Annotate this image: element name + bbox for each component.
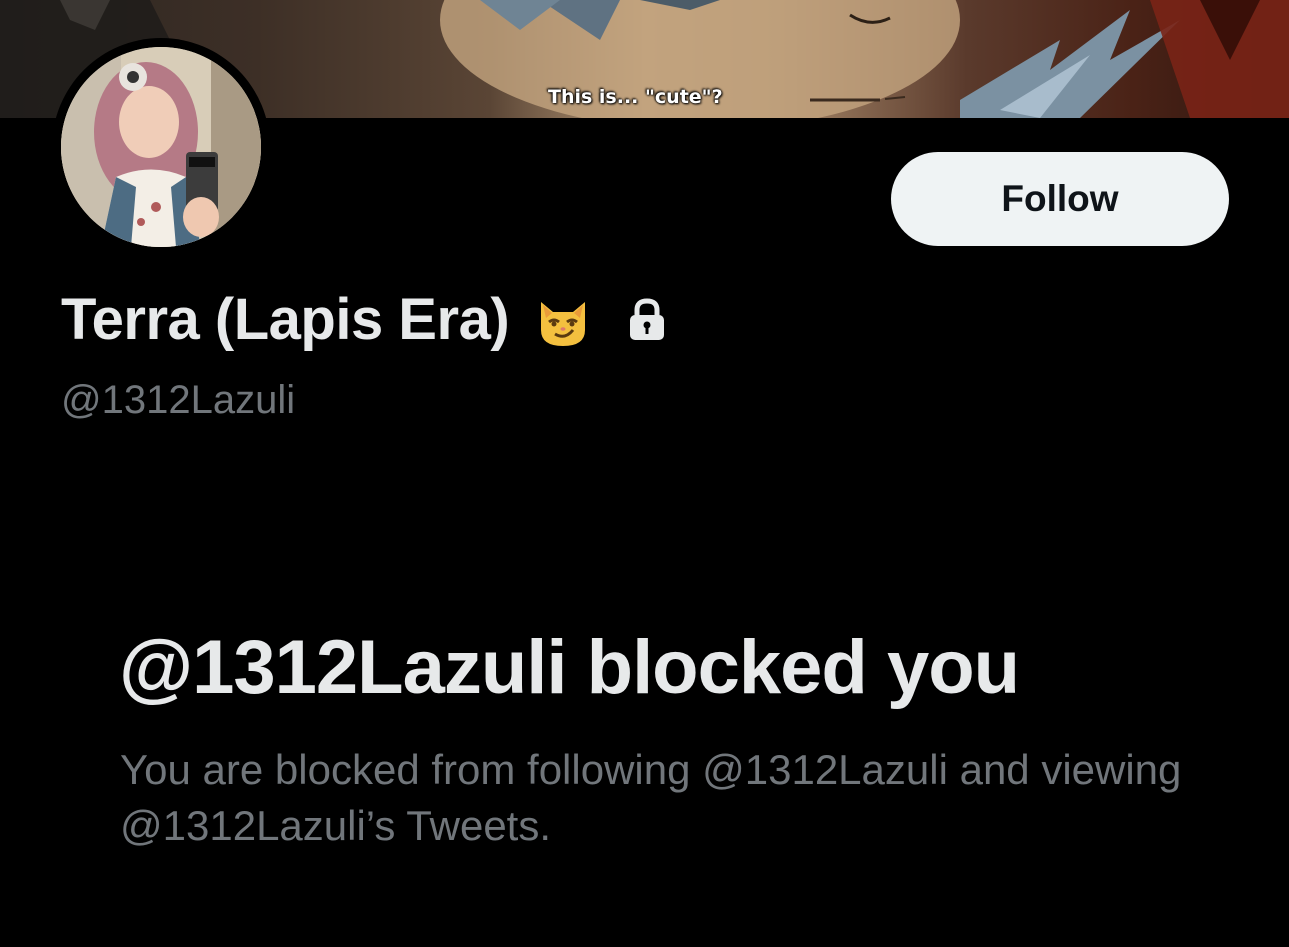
blocked-title: @1312Lazuli blocked you [119,625,1020,710]
banner-caption: This is... "cute"? [548,86,723,108]
display-name-row: Terra (Lapis Era) [61,286,667,353]
profile-handle: @1312Lazuli [61,378,296,422]
avatar-photo [61,47,261,247]
blocked-description: You are blocked from following @1312Lazu… [120,746,1182,849]
avatar[interactable] [52,38,270,256]
display-name: Terra (Lapis Era) [61,287,510,352]
lock-icon [627,297,667,342]
smirking-cat-face-icon [533,290,593,350]
follow-button[interactable]: Follow [891,152,1229,246]
